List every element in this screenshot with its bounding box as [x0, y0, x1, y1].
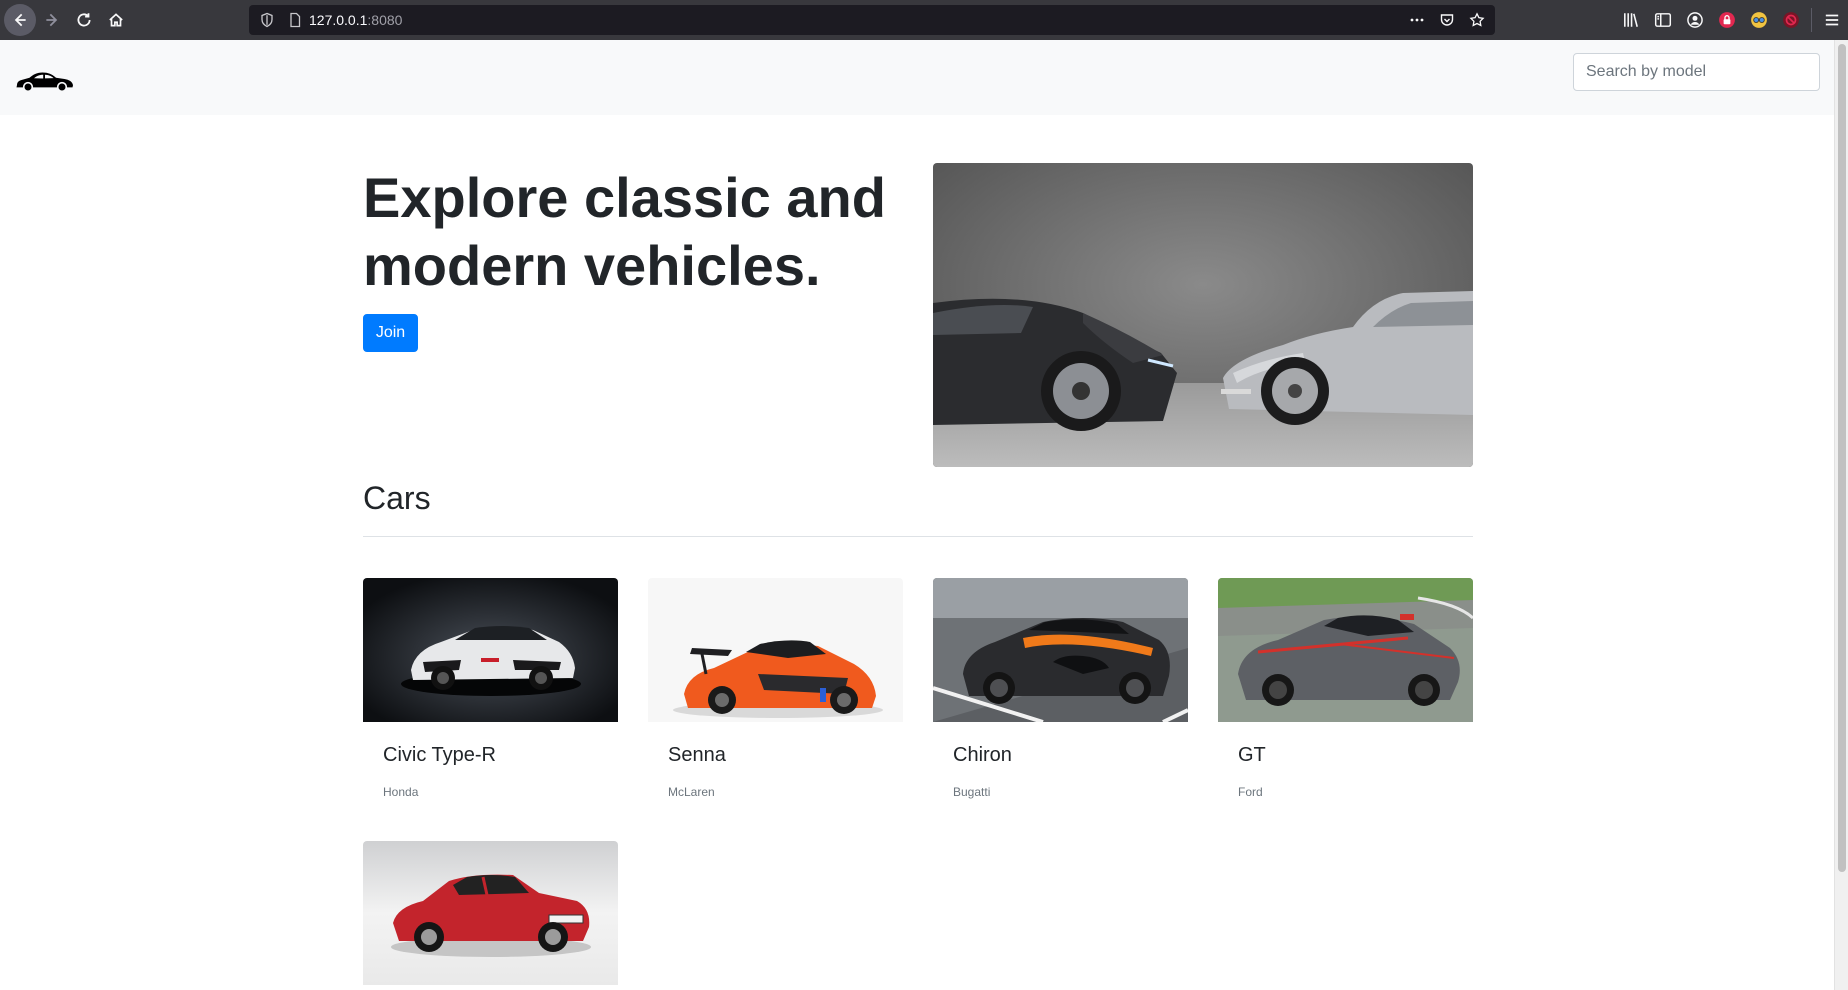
shield-icon[interactable] [259, 12, 275, 28]
hero-title: Explore classic and modern vehicles. [363, 166, 886, 297]
search-input[interactable] [1573, 53, 1820, 91]
account-icon[interactable] [1679, 4, 1711, 36]
car-make: Ford [1238, 785, 1263, 799]
car-image[interactable] [933, 578, 1188, 722]
page-scrollbar[interactable] [1834, 40, 1848, 990]
page-viewport: Explore classic and modern vehicles. Joi… [0, 40, 1848, 990]
car-model[interactable]: Senna [668, 744, 726, 767]
car-make: McLaren [668, 785, 715, 799]
car-card[interactable]: Civic Type-R Honda [363, 578, 618, 799]
join-button[interactable]: Join [363, 314, 418, 352]
car-make: Bugatti [953, 785, 991, 799]
section-divider [363, 536, 1473, 537]
car-model[interactable]: Chiron [953, 744, 1012, 767]
forward-button[interactable] [36, 4, 68, 36]
library-icon[interactable] [1615, 4, 1647, 36]
car-card[interactable] [363, 841, 618, 985]
car-make: Honda [383, 785, 419, 799]
url-host: 127.0.0.1 [309, 12, 368, 28]
arrow-left-icon [14, 13, 26, 27]
car-image[interactable] [648, 578, 903, 722]
car-image[interactable] [363, 841, 618, 985]
address-bar[interactable]: 127.0.0.1:8080 [249, 5, 1495, 35]
home-button[interactable] [100, 4, 132, 36]
car-model[interactable]: GT [1238, 744, 1266, 767]
browser-toolbar: 127.0.0.1:8080 [0, 0, 1848, 40]
menu-icon[interactable] [1816, 4, 1848, 36]
reload-button[interactable] [68, 4, 100, 36]
pocket-icon[interactable] [1437, 10, 1457, 30]
car-image[interactable] [363, 578, 618, 722]
page-info-icon[interactable] [287, 12, 303, 28]
cars-section-title: Cars [363, 480, 431, 516]
site-navbar [0, 40, 1834, 115]
blocker-extension-icon[interactable] [1775, 4, 1807, 36]
more-actions-icon[interactable] [1407, 10, 1427, 30]
car-card[interactable]: GT Ford [1218, 578, 1473, 799]
sidebar-icon[interactable] [1647, 4, 1679, 36]
bookmark-star-icon[interactable] [1467, 10, 1487, 30]
car-card[interactable]: Chiron Bugatti [933, 578, 1188, 799]
back-button[interactable] [4, 4, 36, 36]
car-icon[interactable] [14, 66, 76, 94]
lock-extension-icon[interactable] [1711, 4, 1743, 36]
car-card[interactable]: Senna McLaren [648, 578, 903, 799]
car-model[interactable]: Civic Type-R [383, 744, 496, 767]
reload-icon [77, 13, 91, 27]
url-port: :8080 [367, 12, 403, 28]
home-icon [109, 13, 123, 27]
toolbar-separator [1811, 8, 1812, 32]
scrollbar-thumb[interactable] [1838, 44, 1846, 872]
arrow-right-icon [46, 13, 58, 27]
glasses-extension-icon[interactable] [1743, 4, 1775, 36]
hero-image [933, 163, 1473, 467]
car-image[interactable] [1218, 578, 1473, 722]
url-text[interactable]: 127.0.0.1:8080 [309, 12, 402, 28]
